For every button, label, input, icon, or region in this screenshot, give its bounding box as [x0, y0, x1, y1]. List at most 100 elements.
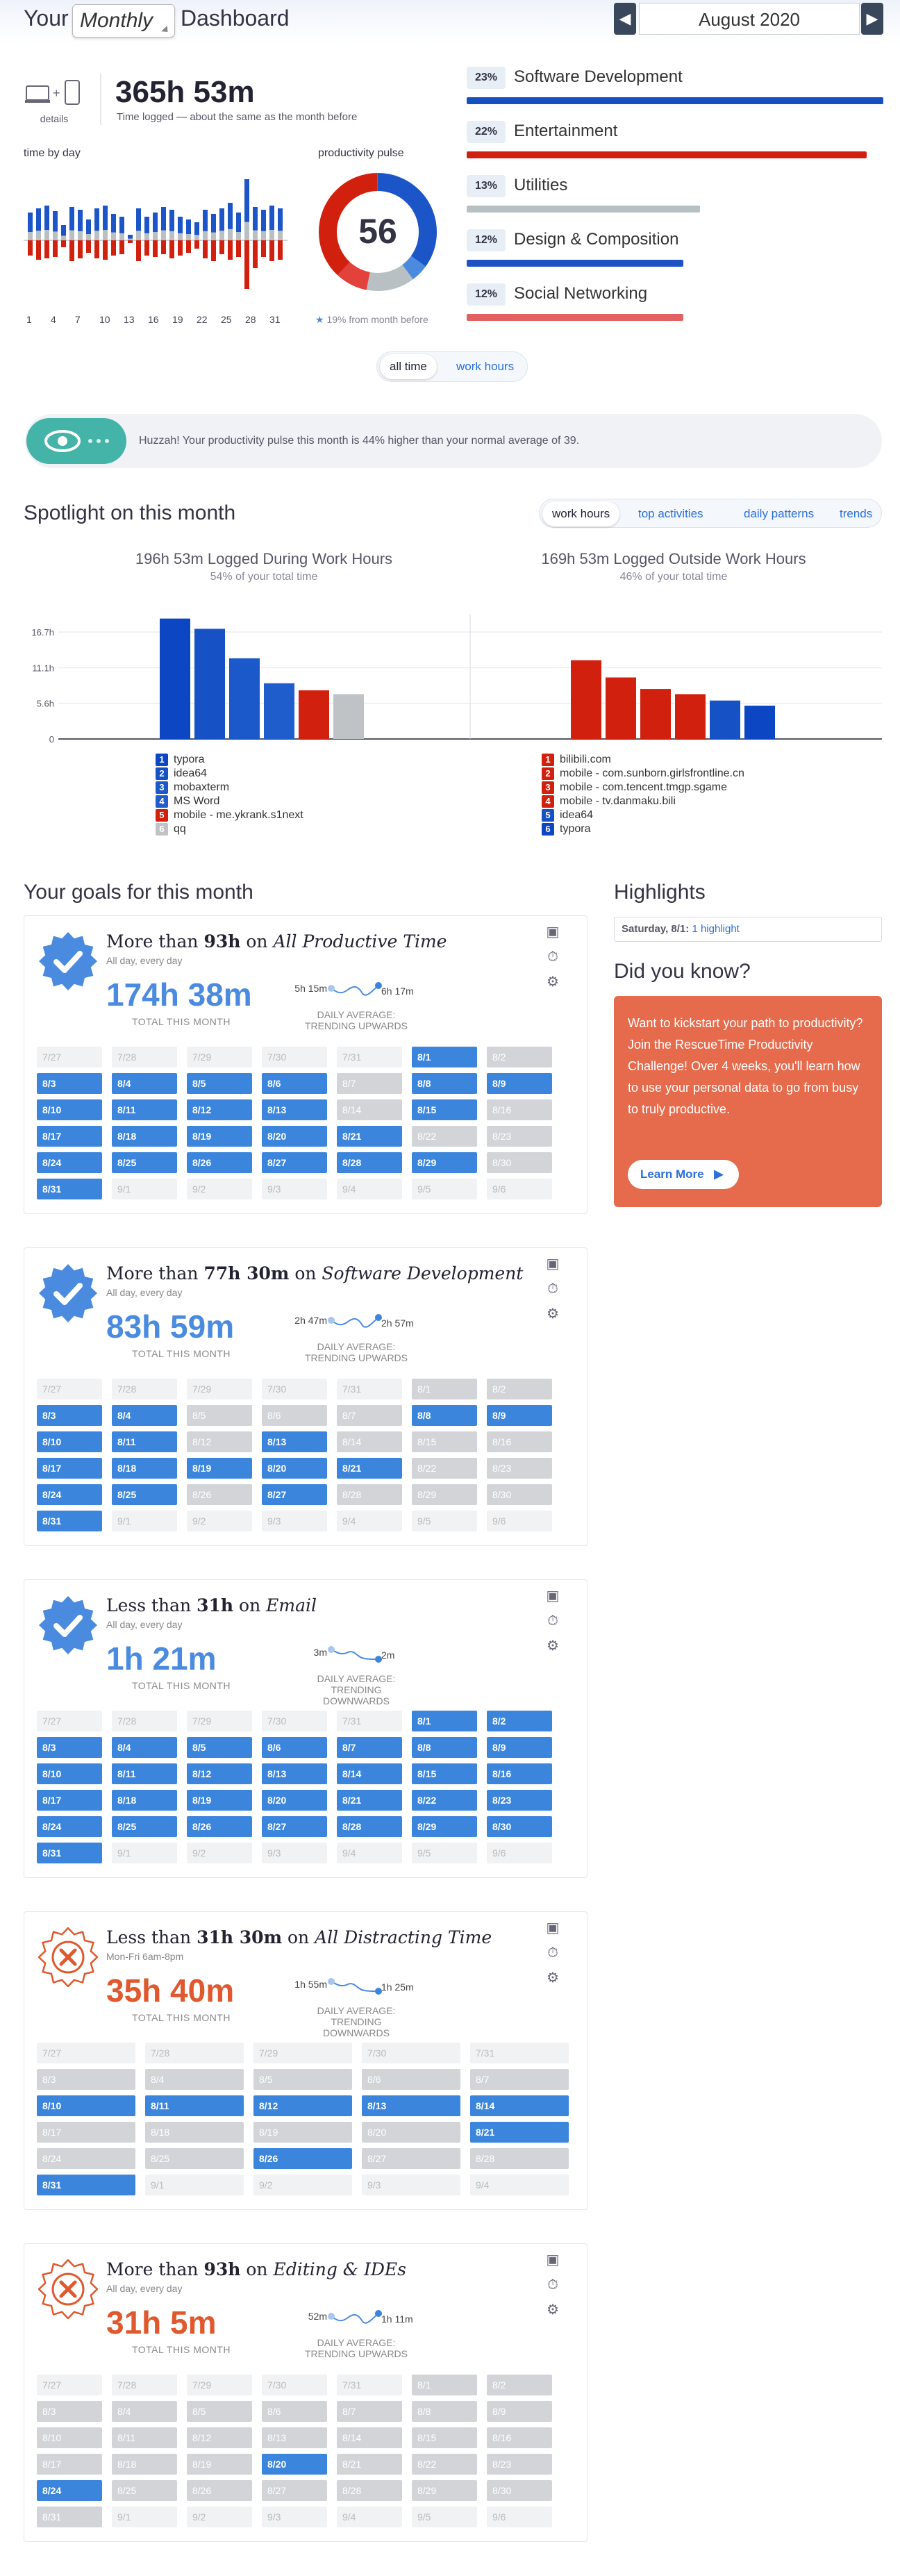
calendar-day[interactable]: 8/23	[487, 1126, 552, 1147]
calendar-day[interactable]: 8/7	[337, 1405, 402, 1426]
calendar-day[interactable]: 8/20	[362, 2122, 460, 2143]
calendar-day[interactable]: 8/6	[262, 1405, 327, 1426]
calendar-day[interactable]: 8/17	[37, 2122, 135, 2143]
calendar-day[interactable]: 8/9	[487, 1405, 552, 1426]
calendar-day[interactable]: 8/11	[145, 2095, 244, 2116]
highlight-count-link[interactable]: 1 highlight	[692, 923, 739, 935]
calendar-day[interactable]: 9/5	[412, 1179, 477, 1199]
calendar-day[interactable]: 9/6	[487, 1179, 552, 1199]
calendar-day[interactable]: 9/1	[145, 2175, 244, 2195]
calendar-day[interactable]: 8/17	[37, 1126, 102, 1147]
calendar-day[interactable]: 8/26	[187, 1152, 252, 1173]
calendar-day[interactable]: 8/5	[187, 1737, 252, 1758]
calendar-day[interactable]: 9/6	[487, 1511, 552, 1531]
calendar-day[interactable]: 9/5	[412, 1843, 477, 1863]
calendar-day[interactable]: 9/4	[337, 1511, 402, 1531]
calendar-day[interactable]: 7/28	[112, 1047, 177, 1067]
calendar-day[interactable]: 8/19	[187, 1790, 252, 1811]
calendar-day[interactable]: 8/29	[412, 1484, 477, 1505]
calendar-day[interactable]: 7/29	[187, 2375, 252, 2395]
calendar-day[interactable]: 8/14	[470, 2095, 569, 2116]
calendar-day[interactable]: 8/23	[487, 2454, 552, 2475]
calendar-day[interactable]: 8/15	[412, 1431, 477, 1452]
calendar-day[interactable]: 8/8	[412, 1405, 477, 1426]
next-month-button[interactable]: ▶	[861, 3, 883, 35]
calendar-day[interactable]: 8/21	[337, 1458, 402, 1479]
calendar-day[interactable]: 8/15	[412, 1763, 477, 1784]
calendar-day[interactable]: 8/12	[187, 1763, 252, 1784]
work-hours-legend-item[interactable]: 3 mobaxterm	[156, 781, 229, 795]
calendar-day[interactable]: 8/15	[412, 2427, 477, 2448]
calendar-day[interactable]: 8/13	[362, 2095, 460, 2116]
calendar-day[interactable]: 8/30	[487, 1484, 552, 1505]
calendar-day[interactable]: 8/5	[187, 2401, 252, 2422]
calendar-day[interactable]: 7/27	[37, 1047, 102, 1067]
calendar-day[interactable]: 8/20	[262, 1126, 327, 1147]
calendar-day[interactable]: 8/30	[487, 2480, 552, 2501]
calendar-day[interactable]: 8/21	[470, 2122, 569, 2143]
calendar-day[interactable]: 8/6	[362, 2069, 460, 2090]
calendar-day[interactable]: 8/10	[37, 1099, 102, 1120]
image-icon[interactable]: ▣	[545, 2252, 560, 2268]
calendar-day[interactable]: 8/18	[145, 2122, 244, 2143]
category-name[interactable]: Software Development	[514, 67, 683, 87]
gear-icon[interactable]: ⚙	[545, 1970, 560, 1986]
calendar-day[interactable]: 8/28	[337, 1152, 402, 1173]
calendar-day[interactable]: 8/16	[487, 1431, 552, 1452]
calendar-day[interactable]: 8/12	[253, 2095, 352, 2116]
calendar-day[interactable]: 9/6	[487, 1843, 552, 1863]
timer-icon[interactable]: ⏱	[545, 1281, 560, 1297]
calendar-day[interactable]: 8/19	[253, 2122, 352, 2143]
calendar-day[interactable]: 8/20	[262, 2454, 327, 2475]
image-icon[interactable]: ▣	[545, 924, 560, 940]
calendar-day[interactable]: 8/3	[37, 2401, 102, 2422]
calendar-day[interactable]: 8/25	[112, 1816, 177, 1837]
calendar-day[interactable]: 8/20	[262, 1790, 327, 1811]
tab-top-activities[interactable]: top activities	[628, 501, 713, 526]
calendar-day[interactable]: 9/1	[112, 2507, 177, 2527]
calendar-day[interactable]: 8/23	[487, 1458, 552, 1479]
calendar-day[interactable]: 8/1	[412, 1379, 477, 1399]
calendar-day[interactable]: 7/27	[37, 2043, 135, 2063]
calendar-day[interactable]: 8/7	[337, 1073, 402, 1094]
calendar-day[interactable]: 8/5	[187, 1073, 252, 1094]
calendar-day[interactable]: 8/3	[37, 2069, 135, 2090]
calendar-day[interactable]: 8/28	[337, 1484, 402, 1505]
gear-icon[interactable]: ⚙	[545, 1306, 560, 1322]
calendar-day[interactable]: 8/28	[470, 2148, 569, 2169]
calendar-day[interactable]: 7/27	[37, 1379, 102, 1399]
calendar-day[interactable]: 8/10	[37, 1431, 102, 1452]
calendar-day[interactable]: 8/26	[187, 1816, 252, 1837]
calendar-day[interactable]: 8/11	[112, 1099, 177, 1120]
calendar-day[interactable]: 8/22	[412, 2454, 477, 2475]
calendar-day[interactable]: 8/24	[37, 1152, 102, 1173]
calendar-day[interactable]: 8/1	[412, 1711, 477, 1731]
calendar-day[interactable]: 8/27	[262, 1484, 327, 1505]
outside-hours-legend-item[interactable]: 2 mobile - com.sunborn.girlsfrontline.cn	[542, 767, 744, 781]
calendar-day[interactable]: 8/31	[37, 1179, 102, 1199]
calendar-day[interactable]: 8/5	[253, 2069, 352, 2090]
toggle-work-hours[interactable]: work hours	[447, 354, 524, 379]
calendar-day[interactable]: 9/6	[487, 2507, 552, 2527]
calendar-day[interactable]: 8/18	[112, 1790, 177, 1811]
highlight-row[interactable]: Saturday, 8/1: 1 highlight	[614, 917, 882, 942]
calendar-day[interactable]: 8/26	[187, 2480, 252, 2501]
calendar-day[interactable]: 9/3	[362, 2175, 460, 2195]
calendar-day[interactable]: 8/13	[262, 2427, 327, 2448]
calendar-day[interactable]: 7/31	[337, 2375, 402, 2395]
learn-more-button[interactable]: Learn More ▶	[628, 1160, 739, 1189]
calendar-day[interactable]: 9/1	[112, 1511, 177, 1531]
calendar-day[interactable]: 8/27	[362, 2148, 460, 2169]
calendar-day[interactable]: 8/6	[262, 1073, 327, 1094]
calendar-day[interactable]: 7/29	[253, 2043, 352, 2063]
calendar-day[interactable]: 8/24	[37, 1816, 102, 1837]
image-icon[interactable]: ▣	[545, 1588, 560, 1604]
work-hours-legend-item[interactable]: 4 MS Word	[156, 795, 219, 808]
calendar-day[interactable]: 8/24	[37, 2480, 102, 2501]
calendar-day[interactable]: 9/3	[262, 1511, 327, 1531]
calendar-day[interactable]: 8/1	[412, 2375, 477, 2395]
toggle-all-time[interactable]: all time	[380, 354, 437, 379]
tab-work-hours[interactable]: work hours	[542, 501, 620, 526]
calendar-day[interactable]: 8/17	[37, 1790, 102, 1811]
calendar-day[interactable]: 8/24	[37, 2148, 135, 2169]
